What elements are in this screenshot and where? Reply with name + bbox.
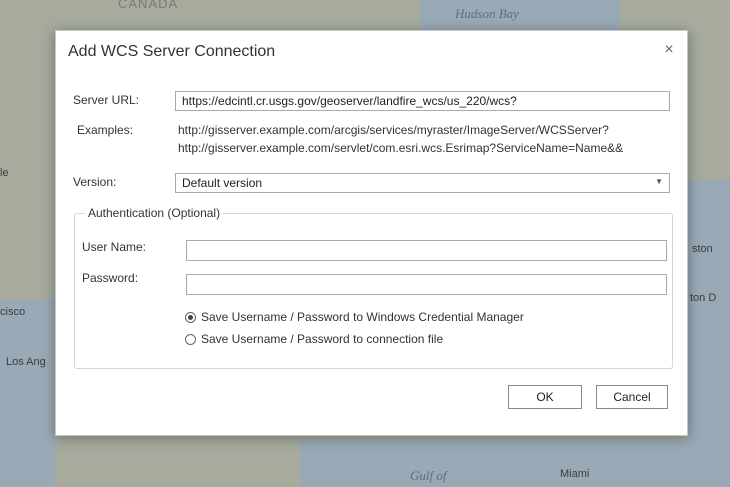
authentication-group: Authentication (Optional) User Name: Pas… [74, 206, 673, 369]
version-selected-value: Default version [182, 176, 263, 190]
user-name-label: User Name: [82, 240, 147, 254]
radio-checked-icon [185, 311, 196, 323]
cancel-button[interactable]: Cancel [596, 385, 668, 409]
password-input[interactable] [186, 274, 667, 295]
map-label-cisco: cisco [0, 306, 26, 318]
version-select[interactable]: Default version ▼ [175, 173, 670, 193]
map-label-gulf: Gulf of [410, 468, 447, 483]
dialog-title: Add WCS Server Connection [68, 43, 276, 60]
map-label-le: le [0, 167, 9, 179]
example-url-2: http://gisserver.example.com/servlet/com… [178, 141, 624, 155]
password-label: Password: [82, 271, 139, 285]
save-to-connection-file-option[interactable]: Save Username / Password to connection f… [185, 332, 443, 346]
server-url-label: Server URL: [73, 93, 140, 107]
user-name-input[interactable] [186, 240, 667, 261]
map-label-hudson-bay: Hudson Bay [455, 6, 519, 21]
authentication-legend: Authentication (Optional) [85, 206, 224, 220]
example-url-1: http://gisserver.example.com/arcgis/serv… [178, 123, 609, 137]
save-to-credential-manager-option[interactable]: Save Username / Password to Windows Cred… [185, 310, 524, 324]
version-label: Version: [73, 175, 117, 189]
map-label-boston: ston [692, 243, 713, 255]
chevron-down-icon: ▼ [655, 177, 663, 186]
save-to-connection-file-label: Save Username / Password to connection f… [201, 332, 444, 346]
server-url-input[interactable]: https://edcintl.cr.usgs.gov/geoserver/la… [175, 91, 670, 111]
map-label-los-angeles: Los Ang [6, 356, 46, 368]
examples-label: Examples: [77, 123, 134, 137]
save-to-credential-manager-label: Save Username / Password to Windows Cred… [201, 310, 524, 324]
radio-unchecked-icon [185, 333, 196, 345]
ok-button[interactable]: OK [508, 385, 582, 409]
add-wcs-server-dialog: Add WCS Server Connection × Server URL: … [55, 30, 688, 436]
close-icon[interactable]: × [661, 42, 677, 58]
map-label-canada: CANADA [118, 0, 179, 11]
map-label-miami: Miami [560, 468, 590, 480]
map-label-boston-d: ton D [690, 292, 717, 304]
